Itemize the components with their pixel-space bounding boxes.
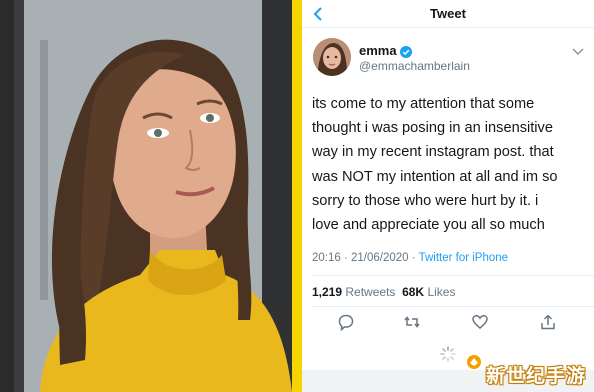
tweet-line: its come to my attention that some xyxy=(312,96,535,112)
like-icon[interactable] xyxy=(471,313,489,331)
profile-photo xyxy=(0,0,292,392)
tweet-stats: 1,219 Retweets 68K Likes xyxy=(312,285,455,299)
tweet-line: thought i was posing in an insensitive xyxy=(312,120,553,137)
retweets-stat[interactable]: 1,219 Retweets xyxy=(312,285,395,299)
tweet-meta: 20:16 · 21/06/2020 · Twitter for iPhone xyxy=(312,252,508,264)
tweet-text: its come to my attention that some thoug… xyxy=(312,92,588,237)
tweet-line: way in my recent instagram post. that xyxy=(312,144,554,161)
author-name[interactable]: emma xyxy=(359,43,397,58)
tweet-actions xyxy=(302,313,594,335)
tweet-source-link[interactable]: Twitter for iPhone xyxy=(419,252,508,264)
likes-stat[interactable]: 68K Likes xyxy=(402,285,455,299)
tweet-line: love and appreciate you all so much xyxy=(312,217,545,234)
tweet-line: was NOT my intention at all and im so xyxy=(312,168,558,185)
loading-spinner-icon xyxy=(440,346,456,362)
divider xyxy=(312,306,594,307)
tweet-line: sorry to those who were hurt by it. i xyxy=(312,192,539,209)
retweet-icon[interactable] xyxy=(403,313,421,331)
page-title: Tweet xyxy=(430,6,466,21)
chevron-down-icon[interactable] xyxy=(572,44,584,56)
author-name-row[interactable]: emma xyxy=(359,43,412,58)
tweet-timestamp: 20:16 · 21/06/2020 · xyxy=(312,252,419,264)
share-icon[interactable] xyxy=(539,313,557,331)
author-handle[interactable]: @emmachamberlain xyxy=(359,59,470,73)
tweet-panel: Tweet emma @emmachamberlain its come to … xyxy=(302,0,594,392)
verified-badge-icon xyxy=(399,45,412,58)
divider xyxy=(312,275,594,276)
retweets-count: 1,219 xyxy=(312,285,343,299)
yellow-divider xyxy=(292,0,302,392)
watermark-logo-icon xyxy=(466,354,482,370)
retweets-label: Retweets xyxy=(345,285,396,299)
reply-icon[interactable] xyxy=(337,313,355,332)
watermark-text: 新世纪手游 xyxy=(486,366,587,387)
chevron-left-icon[interactable] xyxy=(310,5,326,23)
avatar[interactable] xyxy=(313,38,351,76)
tweet-header: Tweet xyxy=(302,0,594,28)
likes-label: Likes xyxy=(427,285,456,299)
likes-count: 68K xyxy=(402,285,425,299)
